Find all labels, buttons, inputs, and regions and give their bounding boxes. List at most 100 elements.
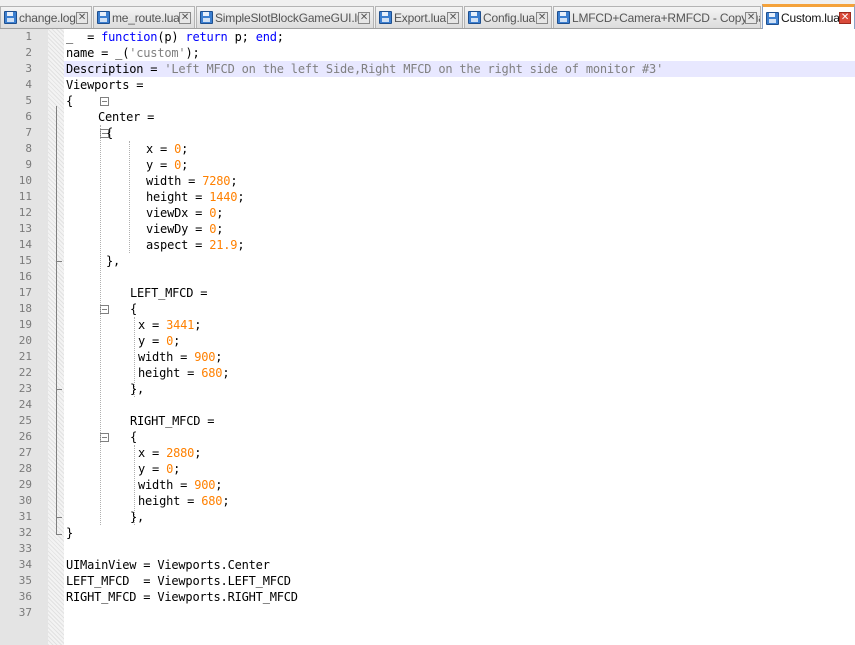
tab-me-route-lua[interactable]: me_route.lua ✕ [93, 6, 195, 28]
code-token: height = [138, 494, 202, 508]
save-disk-icon [97, 11, 110, 24]
number-token: 900 [194, 478, 216, 492]
code-token: } [66, 526, 74, 540]
line-number: 16 [18, 270, 32, 283]
code-token: LEFT_MFCD = [130, 286, 208, 300]
line-number: 3 [25, 62, 32, 75]
code-editor[interactable]: 1 2 3 4 5 6 7 8 9 10 11 12 13 14 15 16 17 18 19 20 21 22 23 24 2… [0, 29, 855, 645]
code-line: Description = 'Left MFCD on the left Sid… [66, 61, 663, 77]
close-x-icon[interactable]: ✕ [745, 11, 757, 24]
line-number: 22 [18, 366, 32, 379]
code-line: } [66, 525, 73, 541]
line-number: 2 [25, 46, 32, 59]
tab-label: me_route.lua [112, 10, 180, 25]
save-disk-icon [200, 11, 213, 24]
close-x-icon[interactable]: ✕ [358, 11, 370, 24]
save-disk-icon [468, 11, 481, 24]
number-token: 7280 [202, 174, 231, 188]
save-disk-icon [4, 11, 17, 24]
tab-change-log[interactable]: change.log ✕ [0, 6, 92, 28]
code-token: y = [138, 334, 167, 348]
code-token: RIGHT_MFCD = Viewports.RIGHT_MFCD [66, 590, 298, 604]
line-number: 29 [18, 478, 32, 491]
code-line: height = 680; [138, 365, 230, 381]
fold-collapse-icon[interactable] [100, 433, 109, 442]
number-token: 3441 [166, 318, 195, 332]
line-number: 13 [18, 222, 32, 235]
line-number: 17 [18, 286, 32, 299]
line-number: 31 [18, 510, 32, 523]
code-token: ); [185, 46, 200, 60]
tab-label: Config.lua [483, 10, 536, 25]
close-x-icon[interactable]: ✕ [536, 11, 548, 24]
number-token: 900 [194, 350, 216, 364]
close-x-icon[interactable]: ✕ [839, 12, 851, 24]
tab-label: Export.lua [394, 10, 447, 25]
code-token: RIGHT_MFCD = [130, 414, 215, 428]
code-token: { [130, 302, 138, 316]
code-token: { [130, 430, 138, 444]
code-token: name = _( [66, 46, 130, 60]
code-token: ; [216, 206, 224, 220]
code-line: LEFT_MFCD = [130, 285, 207, 301]
code-line: x = 2880; [138, 445, 201, 461]
tab-lmfcd-camera-rmfcd-copy-lua[interactable]: LMFCD+Camera+RMFCD - Copy.lua ✕ [553, 6, 761, 28]
tab-export-lua[interactable]: Export.lua ✕ [375, 6, 463, 28]
code-line: viewDx = 0; [146, 205, 223, 221]
line-number: 30 [18, 494, 32, 507]
save-disk-icon [766, 11, 779, 25]
code-line: viewDy = 0; [146, 221, 223, 237]
line-number: 33 [18, 542, 32, 555]
close-x-icon[interactable]: ✕ [447, 11, 459, 24]
fold-collapse-icon[interactable] [100, 305, 109, 314]
code-token: y = [138, 462, 167, 476]
tab-custom-lua[interactable]: Custom.lua ✕ [762, 4, 855, 29]
code-token: (p) [157, 30, 186, 44]
code-token: width = [138, 478, 195, 492]
fold-end-tick [56, 534, 62, 535]
fold-end-tick [56, 389, 62, 390]
code-line: UIMainView = Viewports.Center [66, 557, 270, 573]
code-token: ; [237, 190, 245, 204]
code-token: Viewports = [66, 78, 144, 92]
code-line: y = 0; [138, 333, 180, 349]
code-line: RIGHT_MFCD = [130, 413, 214, 429]
code-token: viewDy = [146, 222, 210, 236]
line-number: 28 [18, 462, 32, 475]
string-token: 'custom' [129, 46, 186, 60]
close-x-icon[interactable]: ✕ [179, 11, 191, 24]
indent-guide [129, 141, 130, 253]
line-number: 6 [25, 110, 32, 123]
code-line: aspect = 21.9; [146, 237, 245, 253]
code-token: ; [194, 446, 202, 460]
fold-collapse-icon[interactable] [100, 97, 109, 106]
keyword-token: end [255, 30, 277, 44]
code-line: y = 0; [138, 461, 180, 477]
line-number: 12 [18, 206, 32, 219]
line-number: 5 [25, 94, 32, 107]
tab-simpleslotblockgamegui-lua[interactable]: SimpleSlotBlockGameGUI.lua ✕ [196, 6, 374, 28]
line-number: 4 [25, 78, 32, 91]
line-number: 11 [18, 190, 32, 203]
line-number: 34 [18, 558, 32, 571]
line-number: 18 [18, 302, 32, 315]
tab-config-lua[interactable]: Config.lua ✕ [464, 6, 552, 28]
code-line: }, [106, 253, 120, 269]
code-token: height = [146, 190, 210, 204]
code-token: width = [138, 350, 195, 364]
code-token: p; [227, 30, 256, 44]
code-token: Description = [66, 62, 165, 76]
tab-label: change.log [19, 10, 76, 25]
line-number: 15 [18, 254, 32, 267]
code-token: UIMainView = Viewports.Center [66, 558, 270, 572]
code-token: ; [215, 478, 223, 492]
code-line: width = 900; [138, 349, 223, 365]
tab-label: Custom.lua [781, 11, 840, 25]
fold-end-tick [56, 261, 62, 262]
line-number: 10 [18, 174, 32, 187]
tab-label: SimpleSlotBlockGameGUI.lua [215, 10, 370, 25]
code-token: ; [216, 222, 224, 236]
number-token: 680 [201, 494, 223, 508]
close-x-icon[interactable]: ✕ [76, 11, 88, 24]
code-line: width = 900; [138, 477, 223, 493]
